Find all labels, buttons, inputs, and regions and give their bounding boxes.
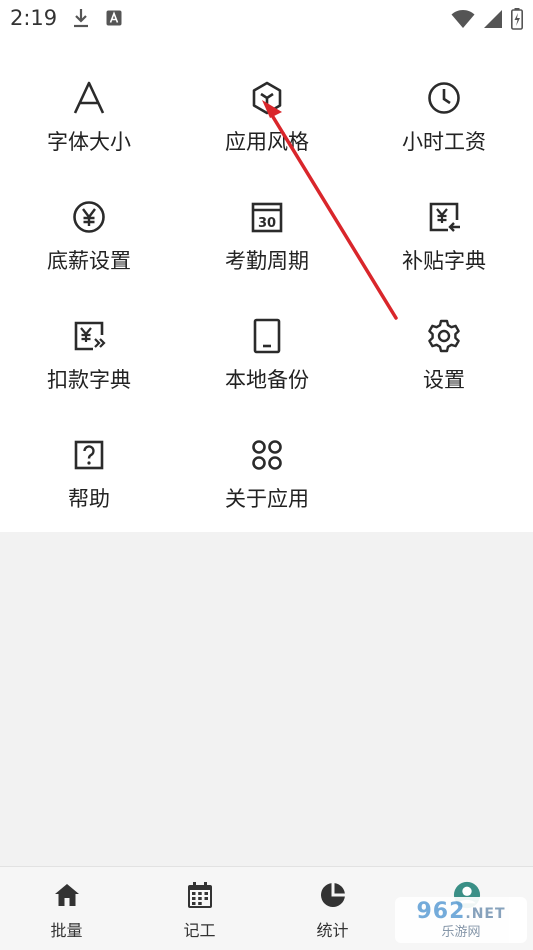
menu-item-label: 考勤周期 — [225, 249, 309, 273]
menu-item-label: 扣款字典 — [47, 368, 131, 392]
keyboard-a-icon — [106, 10, 122, 30]
calendar-icon — [186, 881, 214, 909]
menu-item-label: 应用风格 — [225, 130, 309, 154]
nav-item-statistics[interactable]: 统计 — [266, 867, 399, 950]
menu-item-label: 关于应用 — [225, 487, 309, 511]
four-dots-icon — [249, 437, 285, 473]
menu-item-app-style[interactable]: 应用风格 — [178, 36, 356, 154]
home-icon — [53, 881, 81, 909]
pie-chart-icon — [319, 881, 347, 909]
status-bar: 2:19 — [0, 0, 533, 36]
menu-item-settings[interactable]: 设置 — [355, 274, 533, 392]
watermark-logo: 962.NET 乐游网 — [395, 897, 527, 943]
menu-panel: 字体大小 应用风格 小时工资 底薪设置 30 考勤周期 补贴字典 扣款字典 本地… — [0, 36, 533, 532]
clock-icon — [426, 80, 462, 116]
menu-item-help[interactable]: 帮助 — [0, 393, 178, 511]
battery-icon — [511, 8, 523, 34]
nav-label: 统计 — [316, 921, 349, 940]
watermark-number: 962 — [416, 898, 466, 924]
menu-item-allowance-dict[interactable]: 补贴字典 — [355, 155, 533, 273]
yen-deduct-icon — [71, 318, 107, 354]
nav-item-record-work[interactable]: 记工 — [133, 867, 266, 950]
menu-item-label: 帮助 — [68, 487, 110, 511]
nav-item-batch[interactable]: 批量 — [0, 867, 133, 950]
calendar-30-icon: 30 — [249, 199, 285, 235]
status-icons — [451, 8, 523, 34]
signal-icon — [483, 9, 503, 33]
menu-item-hourly-wage[interactable]: 小时工资 — [355, 36, 533, 154]
menu-item-base-salary[interactable]: 底薪设置 — [0, 155, 178, 273]
status-time: 2:19 — [10, 6, 58, 30]
gear-icon — [426, 318, 462, 354]
font-size-icon — [71, 80, 107, 116]
tablet-icon — [249, 318, 285, 354]
menu-item-label: 设置 — [423, 368, 465, 392]
menu-item-label: 补贴字典 — [402, 249, 486, 273]
nav-label: 记工 — [183, 921, 216, 940]
hexagon-style-icon — [249, 80, 285, 116]
wifi-icon — [451, 9, 475, 33]
menu-item-deduction-dict[interactable]: 扣款字典 — [0, 274, 178, 392]
download-icon — [72, 8, 90, 32]
menu-item-label: 本地备份 — [225, 368, 309, 392]
svg-text:30: 30 — [258, 216, 276, 231]
yen-add-icon — [426, 199, 462, 235]
yen-circle-icon — [71, 199, 107, 235]
watermark-site: 乐游网 — [441, 924, 481, 940]
menu-item-label: 字体大小 — [47, 130, 131, 154]
menu-item-attendance-cycle[interactable]: 30 考勤周期 — [178, 155, 356, 273]
menu-item-font-size[interactable]: 字体大小 — [0, 36, 178, 154]
nav-label: 批量 — [50, 921, 83, 940]
menu-item-about[interactable]: 关于应用 — [178, 393, 356, 511]
menu-item-label: 底薪设置 — [47, 249, 131, 273]
help-icon — [71, 437, 107, 473]
menu-item-label: 小时工资 — [402, 130, 486, 154]
menu-item-local-backup[interactable]: 本地备份 — [178, 274, 356, 392]
watermark-net: .NET — [465, 905, 506, 922]
